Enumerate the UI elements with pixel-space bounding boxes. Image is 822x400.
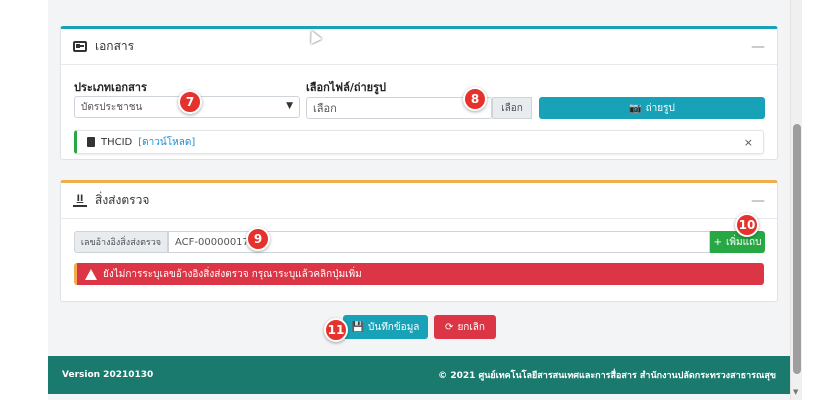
- save-icon: 💾: [351, 321, 365, 333]
- download-link[interactable]: [ดาวน์โหลด]: [138, 135, 195, 150]
- browse-button[interactable]: เลือก: [492, 97, 532, 119]
- collapse-icon[interactable]: —: [751, 39, 765, 55]
- alert-text: ยังไม่การระบุเลขอ้างอิงสิ่งส่งตรวจ กรุณา…: [103, 268, 362, 280]
- chevron-down-icon: ▼: [286, 101, 293, 111]
- refresh-icon: ⟳: [445, 321, 454, 333]
- scroll-down-icon[interactable]: ▼: [793, 388, 798, 396]
- camera-label: ถ่ายรูป: [645, 102, 675, 114]
- referral-number-addon: เลขอ้างอิงสิ่งส่งตรวจ: [74, 231, 168, 253]
- referral-card-header: II สิ่งส่งตรวจ —: [61, 183, 777, 219]
- documents-title: เอกสาร: [73, 37, 134, 56]
- referral-title-text: สิ่งส่งตรวจ: [95, 193, 150, 207]
- camera-icon: 📷: [629, 102, 642, 114]
- camera-button[interactable]: 📷 ถ่ายรูป: [539, 97, 765, 119]
- file-placeholder: เลือก: [313, 102, 337, 115]
- file-name-group: THCID [ดาวน์โหลด]: [87, 135, 195, 150]
- referral-title: II สิ่งส่งตรวจ: [73, 191, 149, 210]
- plus-icon: +: [713, 236, 722, 248]
- scrollbar-thumb[interactable]: [793, 124, 801, 374]
- referral-alert: ยังไม่การระบุเลขอ้างอิงสิ่งส่งตรวจ กรุณา…: [74, 263, 764, 285]
- cancel-label: ยกเลิก: [457, 321, 485, 333]
- annotation-badge-9: 9: [246, 227, 270, 251]
- uploaded-file-row: THCID [ดาวน์โหลด] ×: [74, 130, 764, 154]
- cancel-button[interactable]: ⟳ ยกเลิก: [434, 315, 496, 339]
- referral-number-value: ACF-00000017: [175, 236, 249, 248]
- footer: Version 20210130 © 2021 ศูนย์เทคโนโลยีสา…: [48, 356, 790, 394]
- list-icon: II: [73, 194, 87, 207]
- save-button[interactable]: 💾 บันทึกข้อมูล: [343, 315, 428, 339]
- document-type-label: ประเภทเอกสาร: [74, 81, 147, 94]
- file-name: THCID: [101, 136, 133, 148]
- vertical-scrollbar[interactable]: ▼: [790, 0, 802, 400]
- annotation-badge-11: 11: [324, 318, 348, 342]
- annotation-badge-7: 7: [178, 90, 202, 114]
- annotation-badge-10: 10: [735, 213, 759, 237]
- id-card-icon: [73, 41, 87, 52]
- warning-icon: [85, 268, 97, 280]
- documents-card-header: เอกสาร —: [61, 29, 777, 65]
- file-icon: [87, 137, 95, 147]
- annotation-badge-8: 8: [463, 87, 487, 111]
- save-label: บันทึกข้อมูล: [368, 321, 420, 333]
- collapse-icon[interactable]: —: [751, 193, 765, 209]
- copyright-icon: ©: [438, 371, 448, 381]
- documents-title-text: เอกสาร: [95, 39, 135, 53]
- file-label: เลือกไฟล์/ถ่ายรูป: [306, 81, 387, 94]
- add-referral-button[interactable]: + เพิ่มแถบ: [710, 231, 765, 253]
- copyright-text: 2021 ศูนย์เทคโนโลยีสารสนเทศและการสื่อสาร…: [450, 371, 776, 381]
- remove-file-icon[interactable]: ×: [744, 136, 753, 149]
- version-text: Version 20210130: [62, 370, 154, 380]
- document-type-value: บัตรประชาชน: [81, 101, 143, 113]
- copyright-group: © 2021 ศูนย์เทคโนโลยีสารสนเทศและการสื่อส…: [438, 368, 776, 382]
